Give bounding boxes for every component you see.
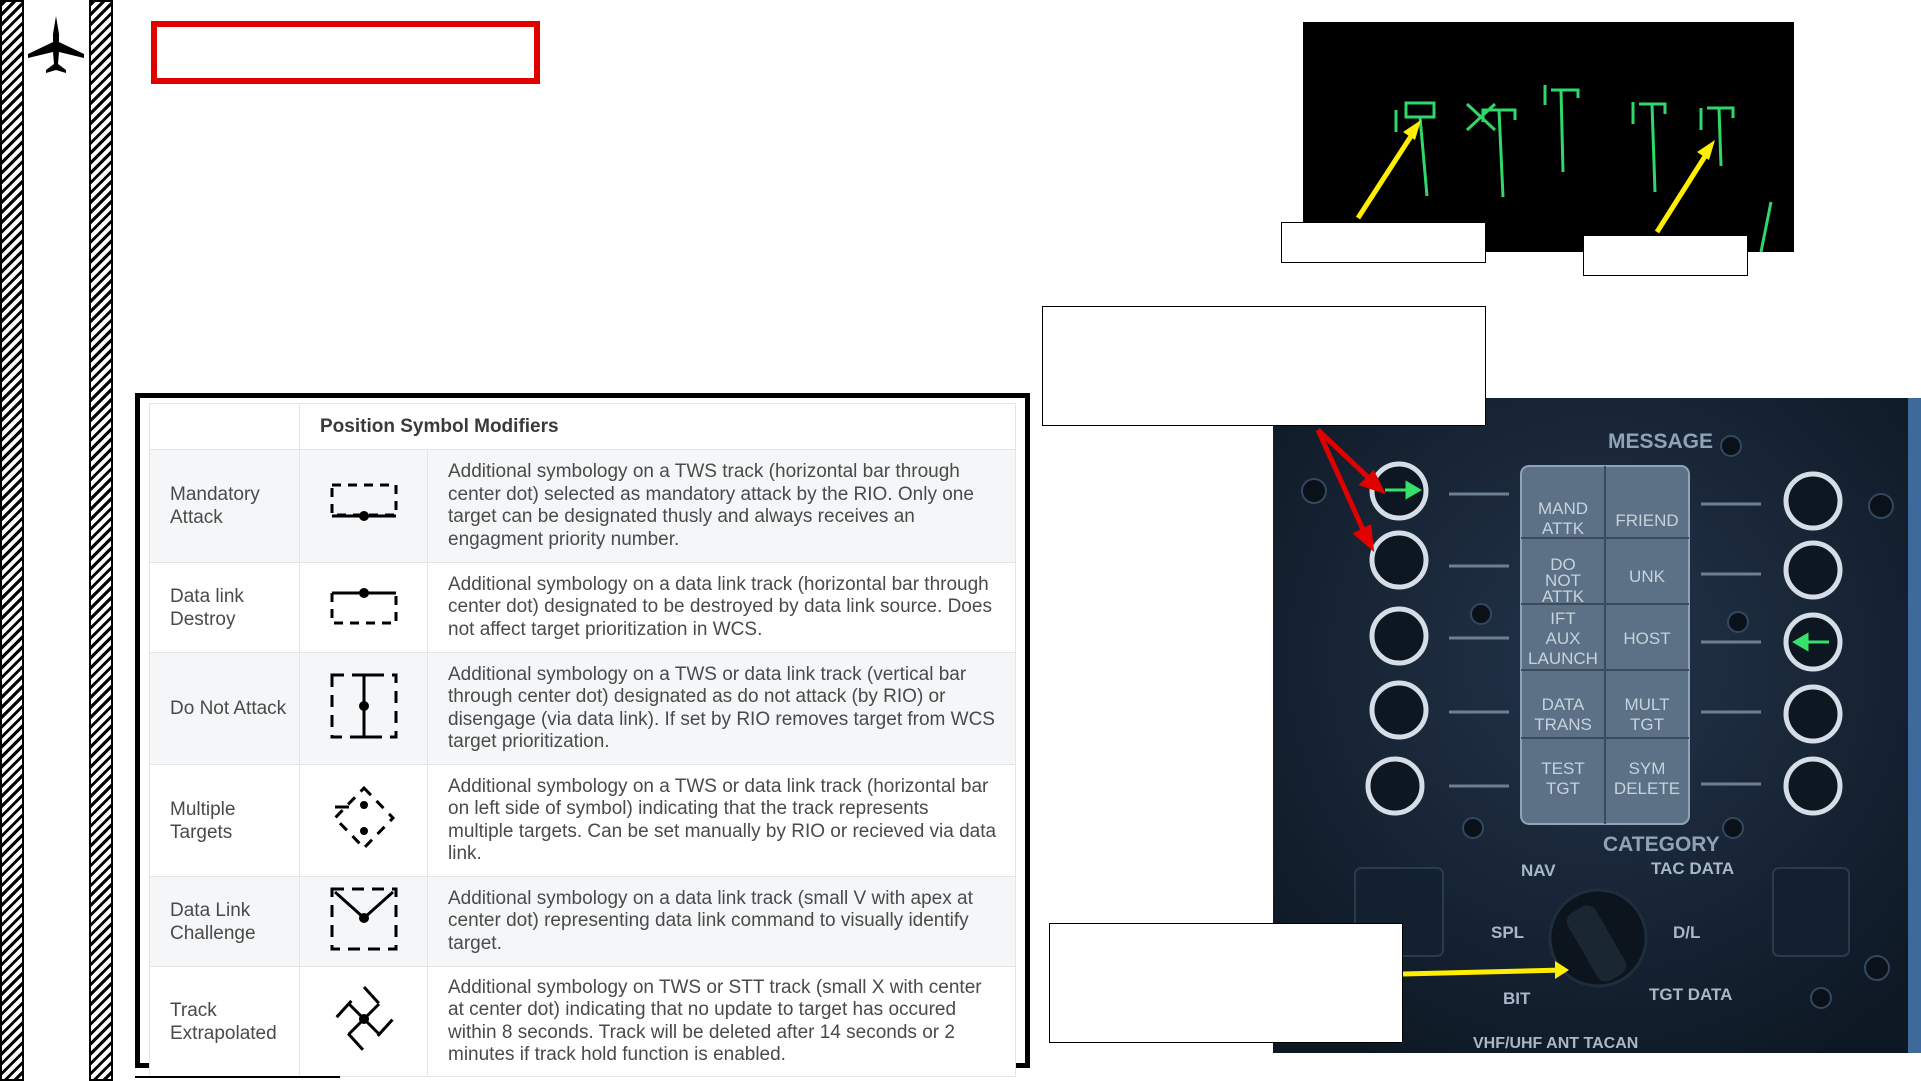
sym-delete-label-2: DELETE: [1614, 779, 1680, 798]
ift-aux-launch-label-1: IFT: [1550, 609, 1576, 628]
multiple-targets-symbol-icon: [299, 764, 428, 877]
mult-tgt-label-1: MULT: [1624, 695, 1669, 714]
callout-box: [1042, 306, 1486, 426]
table-row: Multiple Targets Additional symbology on…: [149, 764, 1016, 877]
test-tgt-label-1: TEST: [1541, 759, 1584, 778]
mandatory-attack-symbol-icon: [299, 449, 428, 563]
test-tgt-label-2: TGT: [1546, 779, 1580, 798]
tac-data-label: TAC DATA: [1651, 859, 1734, 878]
ift-aux-launch-label-2: AUX: [1546, 629, 1581, 648]
row-description: Additional symbology on a data link trac…: [427, 876, 1016, 967]
row-name: Do Not Attack: [149, 652, 300, 765]
do-not-attack-symbol-icon: [299, 652, 428, 765]
row-name: Track Extrapolated: [149, 966, 300, 1077]
left-rail: [0, 0, 24, 1081]
message-button-right-5[interactable]: [1783, 756, 1843, 816]
table-header: Position Symbol Modifiers: [299, 403, 1016, 450]
panel-category: CATEGORY: [1603, 833, 1720, 856]
table-row: Data link Destroy Additional symbology o…: [149, 562, 1016, 653]
ift-aux-launch-label-3: LAUNCH: [1528, 649, 1598, 668]
callout-box: [1583, 235, 1748, 276]
friend-label: FRIEND: [1615, 511, 1678, 530]
dl-label: D/L: [1673, 923, 1700, 942]
row-name: Mandatory Attack: [149, 449, 300, 563]
row-description: Additional symbology on a TWS or data li…: [427, 764, 1016, 877]
table-row: Track Extrapolated Additional symbology …: [149, 966, 1016, 1077]
radar-display: [1303, 22, 1794, 253]
left-rail-inner: [89, 0, 113, 1081]
divider: [135, 1076, 340, 1078]
tgt-data-label: TGT DATA: [1649, 985, 1732, 1004]
mand-attk-label-1: MAND: [1538, 499, 1588, 518]
data-trans-label-2: TRANS: [1534, 715, 1592, 734]
track-extrapolated-symbol-icon: [299, 966, 428, 1077]
host-label: HOST: [1623, 629, 1670, 648]
panel-title: MESSAGE: [1608, 430, 1713, 453]
table-row: Mandatory Attack Additional symbology on…: [149, 449, 1016, 563]
message-button-right-4[interactable]: [1783, 684, 1843, 744]
message-button-left-2[interactable]: [1369, 530, 1429, 590]
row-name: Data Link Challenge: [149, 876, 300, 967]
sym-delete-label-1: SYM: [1629, 759, 1666, 778]
row-description: Additional symbology on a data link trac…: [427, 562, 1016, 653]
bottom-strip-label: VHF/UHF ANT TACAN: [1473, 1035, 1638, 1052]
callout-box: [1049, 923, 1403, 1043]
row-name: Data link Destroy: [149, 562, 300, 653]
callout-box: [1281, 222, 1486, 263]
table-row: Data Link Challenge Additional symbology…: [149, 876, 1016, 967]
unk-label: UNK: [1629, 567, 1666, 586]
data-trans-label-1: DATA: [1542, 695, 1585, 714]
row-description: Additional symbology on a TWS or data li…: [427, 652, 1016, 765]
message-button-right-1[interactable]: [1783, 471, 1843, 531]
spl-label: SPL: [1491, 923, 1524, 942]
do-not-attk-label-3: ATTK: [1542, 587, 1585, 606]
data-link-challenge-symbol-icon: [299, 876, 428, 967]
message-button-left-4[interactable]: [1369, 680, 1429, 740]
bit-label: BIT: [1503, 989, 1531, 1008]
mult-tgt-label-2: TGT: [1630, 715, 1664, 734]
row-name: Multiple Targets: [149, 764, 300, 877]
data-link-destroy-symbol-icon: [299, 562, 428, 653]
mand-attk-label-2: ATTK: [1542, 519, 1585, 538]
message-button-left-5[interactable]: [1365, 756, 1425, 816]
row-description: Additional symbology on a TWS track (hor…: [427, 449, 1016, 563]
jet-aircraft-icon: [26, 14, 86, 76]
message-button-right-2[interactable]: [1783, 540, 1843, 600]
row-description: Additional symbology on TWS or STT track…: [427, 966, 1016, 1077]
nav-label: NAV: [1521, 861, 1556, 880]
position-symbol-modifiers-table: Position Symbol Modifiers Mandatory Atta…: [135, 393, 1030, 1077]
table-row: Do Not Attack Additional symbology on a …: [149, 652, 1016, 765]
title-box: [151, 21, 540, 84]
message-button-left-3[interactable]: [1369, 606, 1429, 666]
